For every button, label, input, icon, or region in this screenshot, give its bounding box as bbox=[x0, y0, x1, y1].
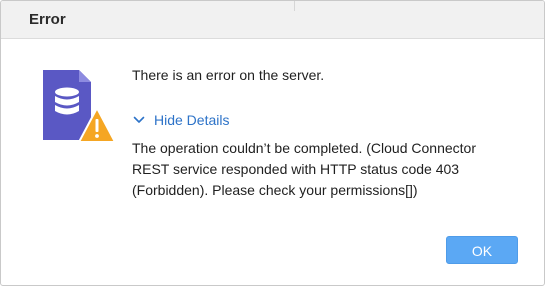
titlebar-divider bbox=[294, 1, 295, 11]
dialog-title: Error bbox=[29, 11, 66, 28]
error-dialog: Error There is an error on the server. H… bbox=[0, 0, 545, 286]
hide-details-toggle[interactable]: Hide Details bbox=[132, 110, 229, 130]
ok-button[interactable]: OK bbox=[446, 236, 518, 264]
database-warning-icon bbox=[39, 70, 116, 146]
error-message: There is an error on the server. bbox=[132, 67, 325, 83]
dialog-titlebar: Error bbox=[1, 1, 544, 39]
chevron-down-icon bbox=[133, 116, 145, 123]
error-details-text: The operation couldn’t be completed. (Cl… bbox=[132, 140, 476, 198]
hide-details-label: Hide Details bbox=[154, 112, 230, 128]
